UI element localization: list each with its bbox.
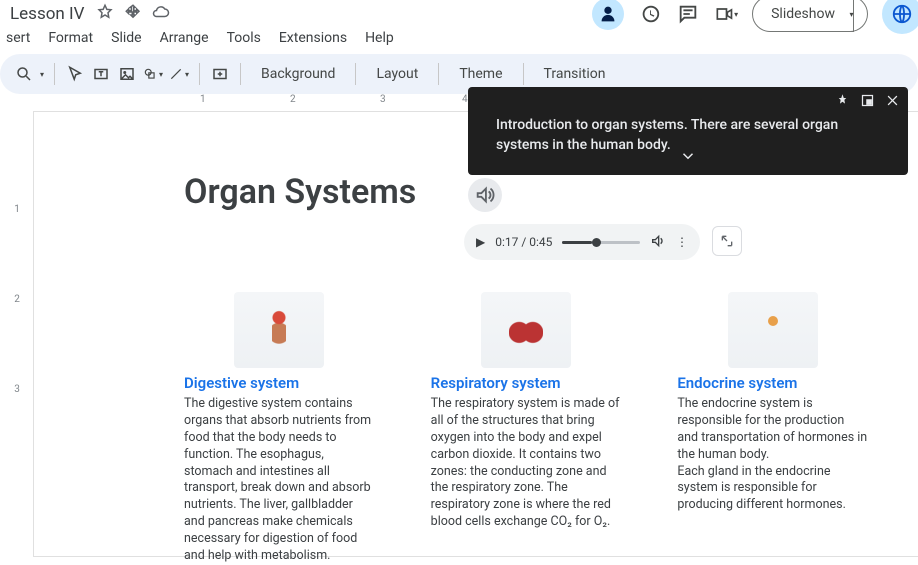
history-icon[interactable]: [638, 2, 662, 26]
move-icon[interactable]: [124, 3, 142, 25]
transition-button[interactable]: Transition: [534, 66, 616, 82]
more-icon[interactable]: ⋮: [676, 235, 688, 249]
layout-button[interactable]: Layout: [366, 66, 428, 82]
column-respiratory[interactable]: Respiratory system The respiratory syste…: [431, 292, 622, 565]
column-title: Respiratory system: [431, 374, 622, 392]
comment-icon[interactable]: [676, 2, 700, 26]
collab-button[interactable]: [592, 0, 624, 30]
volume-icon[interactable]: [650, 233, 666, 252]
column-title: Digestive system: [184, 374, 375, 392]
newslide-icon[interactable]: [210, 64, 230, 84]
audio-progress[interactable]: [562, 241, 640, 244]
menu-slide[interactable]: Slide: [111, 30, 141, 46]
title-icons: [96, 3, 170, 25]
video-icon[interactable]: ▾: [714, 2, 738, 26]
vertical-ruler: 1 2 3: [0, 94, 34, 556]
caption-text: Introduction to organ systems. There are…: [496, 115, 852, 156]
right-controls: ▾ Slideshow ▾: [592, 0, 908, 34]
line-icon[interactable]: ▾: [169, 64, 189, 84]
star-icon[interactable]: [96, 3, 114, 25]
menu-insert[interactable]: sert: [6, 30, 30, 46]
doc-title[interactable]: Lesson IV: [10, 4, 84, 24]
image-icon[interactable]: [117, 64, 137, 84]
column-endocrine[interactable]: Endocrine system The endocrine system is…: [677, 292, 868, 565]
caption-panel: Introduction to organ systems. There are…: [468, 87, 908, 175]
respiratory-image: [481, 292, 571, 368]
column-body: The respiratory system is made of all of…: [431, 396, 622, 531]
audio-player[interactable]: ▶ 0:17 / 0:45 ⋮: [464, 224, 700, 260]
close-icon[interactable]: [885, 93, 900, 114]
play-icon[interactable]: ▶: [476, 235, 485, 249]
menu-format[interactable]: Format: [48, 30, 93, 46]
slideshow-dropdown[interactable]: ▾: [836, 0, 868, 32]
share-button[interactable]: [882, 0, 918, 34]
select-icon[interactable]: [65, 64, 85, 84]
background-button[interactable]: Background: [251, 66, 345, 82]
pin-icon[interactable]: [835, 93, 850, 114]
shape-icon[interactable]: ▾: [143, 64, 163, 84]
column-digestive[interactable]: Digestive system The digestive system co…: [184, 292, 375, 565]
columns: Digestive system The digestive system co…: [184, 292, 868, 565]
popout-button[interactable]: [712, 226, 742, 256]
audio-time: 0:17 / 0:45: [495, 235, 552, 249]
menu-extensions[interactable]: Extensions: [279, 30, 347, 46]
caption-expand-icon[interactable]: [679, 147, 697, 171]
menu-arrange[interactable]: Arrange: [160, 30, 209, 46]
slide-title[interactable]: Organ Systems: [184, 172, 868, 212]
digestive-image: [234, 292, 324, 368]
title-bar: Lesson IV ▾ Slideshow ▾: [0, 0, 918, 26]
column-body: The endocrine system is responsible for …: [677, 396, 868, 514]
menu-help[interactable]: Help: [365, 30, 394, 46]
slide-canvas[interactable]: Organ Systems ▶ 0:17 / 0:45 ⋮ Digestive …: [34, 112, 918, 556]
endocrine-image: [728, 292, 818, 368]
cloud-icon[interactable]: [152, 3, 170, 25]
menu-tools[interactable]: Tools: [227, 30, 261, 46]
column-body: The digestive system contains organs tha…: [184, 396, 375, 565]
textbox-icon[interactable]: [91, 64, 111, 84]
zoom-dropdown[interactable]: ▾: [40, 70, 44, 79]
audio-object-icon[interactable]: [468, 178, 502, 212]
theme-button[interactable]: Theme: [449, 66, 512, 82]
zoom-icon[interactable]: [14, 64, 34, 84]
popout-icon[interactable]: [860, 93, 875, 114]
column-title: Endocrine system: [677, 374, 868, 392]
